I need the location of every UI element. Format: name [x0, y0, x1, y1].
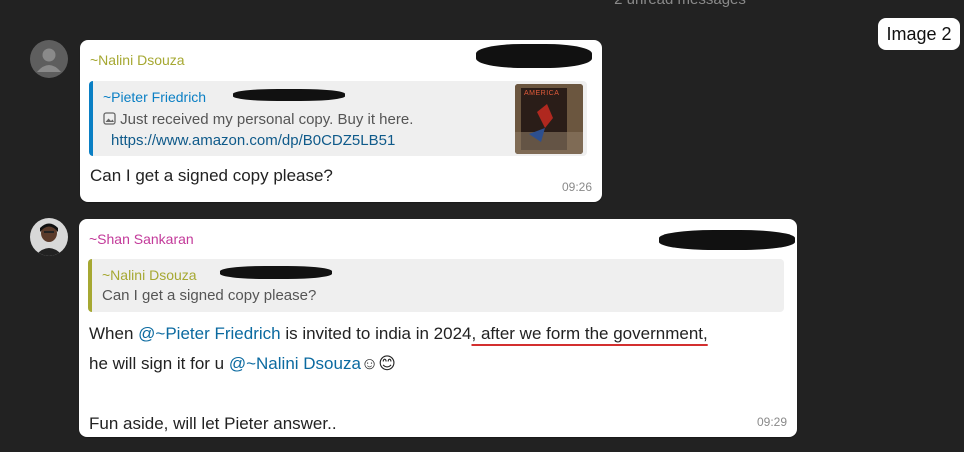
message-text: Can I get a signed copy please?	[90, 166, 333, 185]
sender-name[interactable]: ~Shan Sankaran	[89, 231, 194, 247]
underlined-text: , after we form the government,	[471, 324, 708, 343]
mention-nalini[interactable]: @~Nalini Dsouza	[229, 354, 361, 373]
redacted-phone	[476, 44, 592, 68]
amazon-link[interactable]: https://www.amazon.com/dp/B0CDZ5LB51	[111, 132, 395, 149]
redacted-phone	[220, 266, 332, 279]
quote-author: ~Nalini Dsouza	[102, 267, 197, 283]
quote-author: ~Pieter Friedrich	[103, 89, 207, 105]
quoted-message[interactable]: ~Nalini Dsouza Can I get a signed copy p…	[88, 259, 784, 312]
redacted-phone	[233, 89, 345, 101]
avatar[interactable]	[30, 218, 68, 256]
quoted-message[interactable]: ~Pieter Friedrich Just received my perso…	[89, 81, 587, 156]
message-time: 09:26	[561, 180, 592, 194]
message-bubble[interactable]: ~Shan Sankaran ~Nalini Dsouza Can I get …	[79, 219, 797, 437]
redacted-phone	[659, 230, 795, 250]
message-text: When @~Pieter Friedrich is invited to in…	[89, 319, 789, 439]
emoji: ☺😊	[360, 354, 397, 373]
quote-caption: Just received my personal copy. Buy it h…	[120, 111, 414, 128]
message-bubble[interactable]: ~Nalini Dsouza ~Pieter Friedrich Just re…	[80, 40, 602, 202]
quote-bar	[89, 81, 93, 156]
text-segment: When	[89, 324, 139, 343]
unread-messages-banner: 2 unread messages	[560, 0, 800, 8]
book-thumbnail[interactable]: AMERICA	[515, 84, 583, 154]
text-segment: Fun aside, will let Pieter answer..	[89, 414, 337, 433]
quote-text: Just received my personal copy. Buy it h…	[103, 109, 503, 151]
text-segment: is invited to india in 2024	[280, 324, 472, 343]
image-icon	[103, 112, 116, 125]
message-time: 09:29	[756, 415, 787, 429]
quote-text: Can I get a signed copy please?	[102, 287, 317, 304]
quote-bar	[88, 259, 92, 312]
profile-photo	[30, 218, 68, 256]
default-avatar-icon	[30, 40, 68, 78]
mention-pieter[interactable]: @~Pieter Friedrich	[138, 324, 280, 343]
text-segment: he will sign it for u	[89, 354, 229, 373]
image-label: Image 2	[878, 18, 960, 50]
book-title: AMERICA	[524, 90, 560, 97]
sender-name[interactable]: ~Nalini Dsouza	[90, 52, 185, 68]
avatar[interactable]	[30, 40, 68, 78]
